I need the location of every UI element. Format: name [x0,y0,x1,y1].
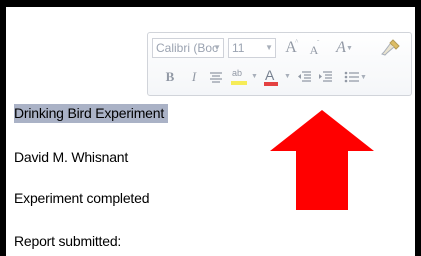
styles-icon: A [336,39,346,56]
decrease-indent-icon [298,71,311,82]
highlight-icon: ab [232,68,243,78]
report-submitted-line[interactable]: Report submitted: [14,233,121,249]
font-size-combo[interactable]: 11 ▼ [228,38,276,58]
center-align-button[interactable] [207,67,225,87]
italic-button[interactable]: I [186,67,202,87]
bold-icon: B [165,69,175,84]
paintbrush-icon [381,39,400,56]
caret-down-icon: ˇ [317,39,320,47]
font-color-button[interactable]: A ▼ [262,67,292,87]
chevron-down-icon: ▼ [265,43,273,52]
bullets-button[interactable]: ▼ [338,67,368,87]
font-size-value: 11 [232,41,245,55]
chevron-down-icon: ▼ [251,73,258,80]
mini-toolbar: Calibri (Boc ▼ 11 ▼ A ^ Aˇ A ▼ B I ab ▼ A … [147,32,412,96]
increase-indent-icon [319,71,332,82]
author-line[interactable]: David M. Whisnant [14,149,128,165]
bold-button[interactable]: B [162,67,178,87]
chevron-down-icon: ▼ [346,44,353,52]
selected-title-text[interactable]: Drinking Bird Experiment [14,104,169,123]
highlight-color-button[interactable]: ab ▼ [229,67,259,87]
align-center-icon [210,72,222,83]
font-name-value: Calibri (Boc [156,41,219,55]
chevron-down-icon: ▼ [360,73,367,81]
chevron-down-icon: ▼ [284,73,291,80]
italic-icon: I [191,69,197,84]
experiment-completed-line[interactable]: Experiment completed [14,190,149,206]
highlight-color-swatch [231,81,247,85]
red-up-arrow-icon [270,110,374,210]
shrink-font-button[interactable]: Aˇ [306,39,322,60]
increase-indent-button[interactable] [316,67,334,87]
decrease-indent-button[interactable] [295,67,313,87]
caret-up-icon: ^ [295,38,299,46]
font-color-swatch [264,82,278,86]
chevron-down-icon: ▼ [213,43,221,52]
grow-font-button[interactable]: A ^ [282,38,300,58]
styles-button[interactable]: A ▼ [330,38,353,58]
font-name-combo[interactable]: Calibri (Boc ▼ [152,38,224,58]
format-painter-button[interactable] [376,38,404,58]
